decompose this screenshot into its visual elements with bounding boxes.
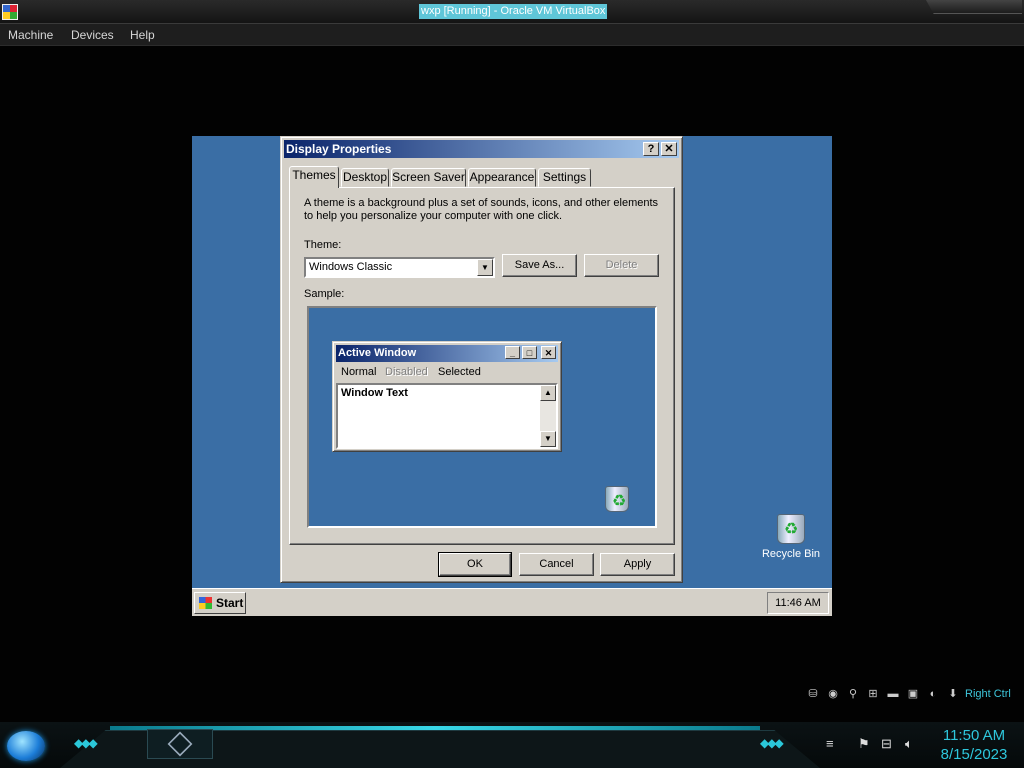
theme-description: A theme is a background plus a set of so… bbox=[304, 197, 659, 222]
menu-help[interactable]: Help bbox=[130, 27, 155, 43]
close-icon: ✕ bbox=[541, 346, 556, 359]
display-icon[interactable]: ▣ bbox=[905, 687, 921, 701]
theme-sample-preview: Active Window _ □ ✕ Normal Disabled Sele… bbox=[307, 306, 657, 528]
host-key-label: Right Ctrl bbox=[965, 688, 1011, 700]
dialog-title: Display Properties bbox=[286, 142, 392, 156]
display-properties-dialog: Display Properties ? ✕ Themes Desktop Sc… bbox=[280, 136, 683, 583]
recycle-bin-icon bbox=[777, 514, 805, 544]
host-network-icon[interactable]: ⊟ bbox=[881, 736, 892, 752]
start-button[interactable]: Start bbox=[194, 592, 246, 614]
windows-logo-icon bbox=[199, 597, 212, 609]
host-start-orb-icon[interactable] bbox=[7, 731, 45, 761]
close-button[interactable]: ✕ bbox=[661, 142, 677, 156]
storage-icon[interactable]: ⛁ bbox=[805, 687, 821, 701]
sample-scrollbar: ▲ ▼ bbox=[540, 385, 556, 447]
dropdown-arrow-icon[interactable]: ▼ bbox=[477, 259, 493, 276]
vm-status-icons: ⛁ ◉ ⚲ ⊞ ▬ ▣ ◐ ⬇ Right Ctrl bbox=[805, 684, 1011, 704]
tab-screen-saver[interactable]: Screen Saver bbox=[391, 168, 466, 187]
minimize-icon: _ bbox=[505, 346, 520, 359]
themes-panel: A theme is a background plus a set of so… bbox=[289, 187, 675, 545]
dialog-titlebar[interactable]: Display Properties ? ✕ bbox=[284, 140, 679, 158]
help-button[interactable]: ? bbox=[643, 142, 659, 156]
host-clock[interactable]: 11:50 AM 8/15/2023 bbox=[930, 726, 1018, 764]
guest-screen[interactable]: Recycle Bin Display Properties ? ✕ Theme… bbox=[192, 136, 832, 616]
sample-menu-selected: Selected bbox=[438, 366, 481, 378]
host-taskbar: ◆◆◆ ◆◆◆ ⛁ ◉ ⚲ ⊞ ▬ ▣ ◐ ⬇ Right Ctrl ≡ ⚑ ⊟… bbox=[0, 688, 1024, 768]
sample-menu-disabled: Disabled bbox=[385, 366, 428, 378]
tab-appearance[interactable]: Appearance bbox=[468, 168, 536, 187]
theme-select[interactable]: Windows Classic ▼ bbox=[304, 257, 495, 278]
sample-window-text-area: Window Text ▲ ▼ bbox=[336, 383, 558, 449]
cancel-button[interactable]: Cancel bbox=[519, 553, 594, 576]
host-screen: wxp [Running] - Oracle VM VirtualBox Mac… bbox=[0, 0, 1024, 768]
keyboard-capture-icon[interactable]: ⬇ bbox=[945, 687, 961, 701]
sample-titlebar: Active Window _ □ ✕ bbox=[336, 345, 558, 362]
tab-themes[interactable]: Themes bbox=[289, 166, 339, 188]
sample-label: Sample: bbox=[304, 288, 345, 300]
ok-button[interactable]: OK bbox=[438, 552, 512, 577]
maximize-icon: □ bbox=[522, 346, 537, 359]
host-window-controls[interactable] bbox=[926, 0, 1022, 14]
save-as-button[interactable]: Save As... bbox=[502, 254, 577, 277]
virtualbox-app-icon[interactable] bbox=[2, 4, 18, 20]
chevron-right-icon: ◆◆◆ bbox=[760, 736, 784, 750]
menu-devices[interactable]: Devices bbox=[71, 27, 114, 43]
recycle-bin-label: Recycle Bin bbox=[761, 548, 821, 560]
guest-taskbar: Start 11:46 AM bbox=[192, 588, 832, 616]
volume-icon[interactable]: 🔈︎ bbox=[905, 736, 913, 752]
host-time: 11:50 AM bbox=[942, 727, 1006, 744]
delete-button: Delete bbox=[584, 254, 659, 277]
theme-select-value: Windows Classic bbox=[309, 261, 393, 273]
optical-drive-icon[interactable]: ◉ bbox=[825, 687, 841, 701]
virtualbox-taskbar-button[interactable] bbox=[147, 729, 213, 759]
start-label: Start bbox=[216, 596, 244, 610]
sample-active-window: Active Window _ □ ✕ Normal Disabled Sele… bbox=[332, 341, 562, 452]
virtualbox-cube-icon bbox=[167, 731, 193, 757]
theme-label: Theme: bbox=[304, 239, 342, 251]
tab-desktop[interactable]: Desktop bbox=[341, 168, 389, 187]
scroll-down-icon: ▼ bbox=[540, 431, 556, 447]
shared-folder-icon[interactable]: ▬ bbox=[885, 687, 901, 701]
menu-machine[interactable]: Machine bbox=[8, 27, 53, 43]
usb-icon[interactable]: ⚲ bbox=[845, 687, 861, 701]
sample-window-text: Window Text bbox=[341, 387, 408, 399]
chevron-left-icon: ◆◆◆ bbox=[74, 736, 98, 750]
network-icon[interactable]: ⊞ bbox=[865, 687, 881, 701]
scroll-up-icon: ▲ bbox=[540, 385, 556, 401]
sample-recycle-bin-icon bbox=[605, 486, 629, 512]
host-titlebar: wxp [Running] - Oracle VM VirtualBox bbox=[0, 0, 1024, 24]
show-hidden-icon[interactable]: ≡ bbox=[826, 736, 834, 751]
tab-settings[interactable]: Settings bbox=[538, 168, 591, 187]
desktop-recycle-bin[interactable]: Recycle Bin bbox=[756, 514, 826, 560]
sample-window-title: Active Window bbox=[338, 347, 417, 359]
guest-clock[interactable]: 11:46 AM bbox=[767, 592, 829, 614]
apply-button[interactable]: Apply bbox=[600, 553, 675, 576]
host-window-title: wxp [Running] - Oracle VM VirtualBox bbox=[419, 4, 608, 19]
host-menubar: Machine Devices Help bbox=[0, 24, 1024, 46]
recording-icon[interactable]: ◐ bbox=[925, 687, 941, 701]
action-center-flag-icon[interactable]: ⚑ bbox=[858, 736, 870, 752]
sample-menu-normal: Normal bbox=[341, 366, 377, 378]
host-date: 8/15/2023 bbox=[940, 746, 1008, 763]
